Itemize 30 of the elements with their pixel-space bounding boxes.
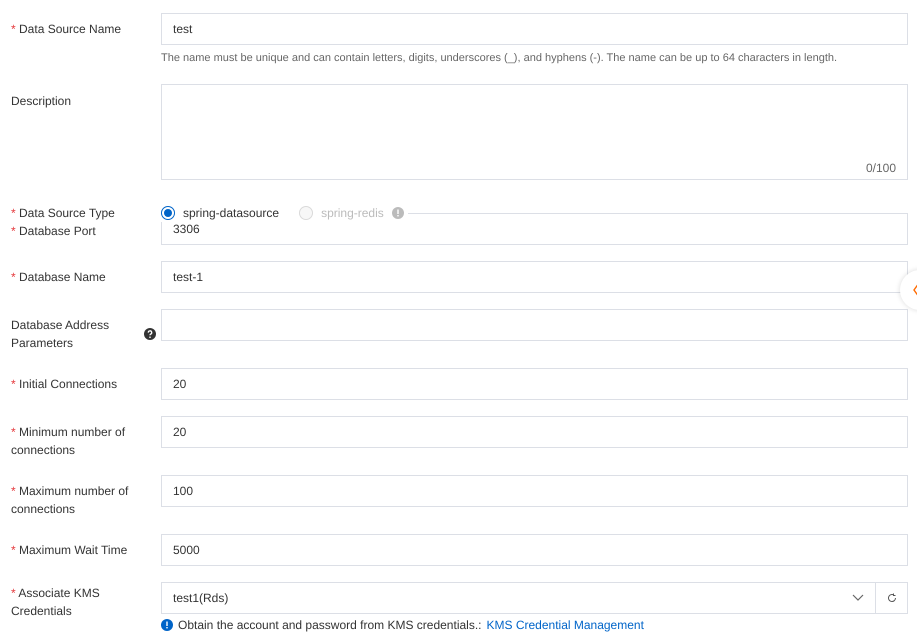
description-textarea[interactable]: 0/100 <box>161 84 908 180</box>
field-label: * Data Source Name <box>11 22 122 36</box>
field-label: * Database Port <box>11 224 96 238</box>
help-icon[interactable] <box>144 328 156 340</box>
info-icon <box>161 619 173 631</box>
radio-button[interactable] <box>161 206 175 220</box>
character-counter: 0/100 <box>866 160 896 177</box>
hint-text: Obtain the account and password from KMS credentials.: <box>178 617 482 633</box>
text-field[interactable]: test-1 <box>161 261 908 293</box>
field-label: Description <box>11 94 72 108</box>
field-label: Database Address Parameters <box>11 318 110 350</box>
text-field[interactable]: test <box>161 13 908 45</box>
field-label: * Maximum number of connections <box>11 484 128 516</box>
refresh-icon <box>886 593 896 603</box>
kms-link[interactable]: KMS Credential Management <box>486 617 644 633</box>
field-label: * Minimum number of connections <box>11 425 126 457</box>
field-label: * Initial Connections <box>11 377 118 391</box>
text-field[interactable] <box>161 309 908 341</box>
field-label: * Database Name <box>11 270 106 284</box>
field-label: * Data Source Type <box>11 206 115 220</box>
text-field[interactable]: 20 <box>161 416 908 448</box>
text-field[interactable]: 100 <box>161 475 908 507</box>
text-field[interactable]: 5000 <box>161 534 908 566</box>
text-field[interactable]: 20 <box>161 368 908 400</box>
field-label: * Maximum Wait Time <box>11 543 128 557</box>
field-label: * Associate KMS Credentials <box>11 586 100 618</box>
refresh-button[interactable] <box>876 582 908 614</box>
chevron-down-icon <box>852 594 864 602</box>
credentials-select[interactable]: test1(Rds) <box>161 582 876 614</box>
field-hint: The name must be unique and can contain letters, digits, underscores (_), and hyphens (-). The name can be up to 64 characters in length. <box>161 51 838 65</box>
